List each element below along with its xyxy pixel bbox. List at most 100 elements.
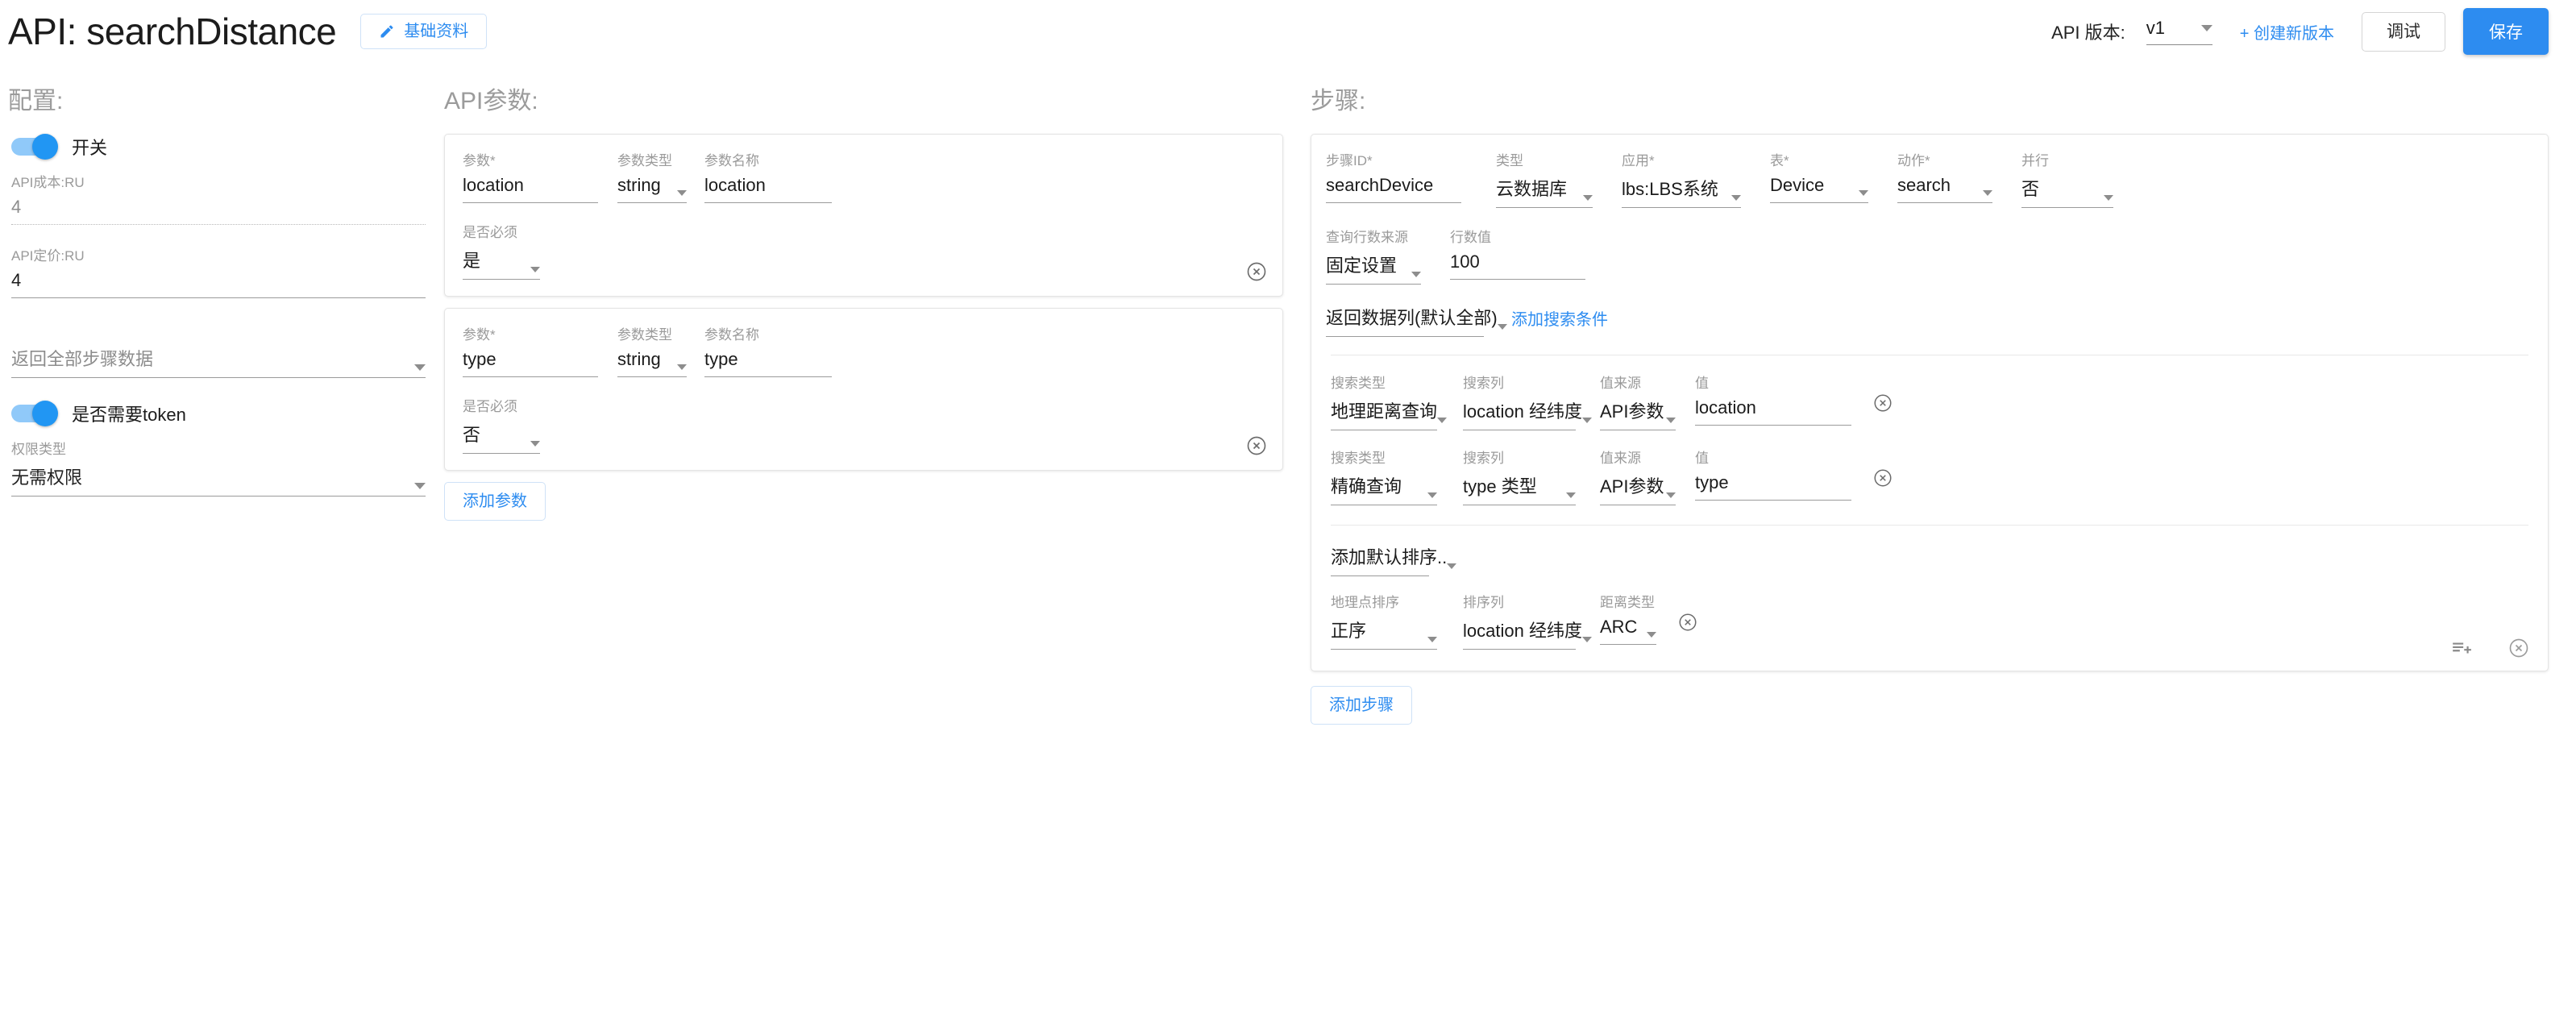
- add-search-condition-link[interactable]: 添加搜索条件: [1511, 306, 1608, 330]
- step-app-value: lbs:LBS系统: [1622, 179, 1718, 199]
- chevron-down-icon: [530, 441, 540, 447]
- step-table-label: 表*: [1770, 153, 1789, 168]
- chevron-down-icon: [1566, 492, 1576, 498]
- chevron-down-icon: [1983, 190, 1992, 196]
- chevron-down-icon: [1859, 190, 1868, 196]
- return-all-steps-field: 返回全部步骤数据: [11, 345, 426, 378]
- param-label: 参数*: [463, 327, 496, 343]
- return-all-steps-select[interactable]: 返回全部步骤数据: [11, 345, 426, 378]
- page-title: API: searchDistance: [8, 10, 337, 52]
- api-version-select[interactable]: v1: [2146, 18, 2212, 45]
- condition-column-select[interactable]: location 经纬度: [1463, 397, 1592, 430]
- return-columns-select[interactable]: 返回数据列(默认全部): [1326, 304, 1507, 337]
- permission-type-field: 权限类型 无需权限: [11, 438, 426, 497]
- chevron-down-icon: [1731, 195, 1741, 201]
- condition-value-source-select[interactable]: API参数: [1600, 472, 1676, 505]
- param-required-select[interactable]: 是: [463, 247, 540, 280]
- delete-param-button[interactable]: [1245, 434, 1268, 457]
- condition-column-field: 搜索列 location 经纬度: [1463, 372, 1592, 430]
- condition-column-select[interactable]: type 类型: [1463, 472, 1576, 505]
- step-rowcount-row: 查询行数来源 固定设置 行数值 100: [1326, 226, 2528, 285]
- search-condition-row: 搜索类型 地理距离查询 搜索列 location 经纬度 值来源 API参数 值…: [1326, 372, 2528, 430]
- condition-column-value: location 经纬度: [1463, 401, 1582, 422]
- step-app-field: 应用* lbs:LBS系统: [1622, 149, 1741, 208]
- param-display-name-input[interactable]: location: [704, 175, 832, 203]
- condition-type-field: 搜索类型 地理距离查询: [1331, 372, 1448, 430]
- condition-value-input[interactable]: type: [1695, 472, 1851, 501]
- param-type-value: string: [617, 175, 661, 195]
- param-required-select[interactable]: 否: [463, 421, 540, 454]
- chevron-down-icon: [1427, 492, 1437, 498]
- permission-type-select[interactable]: 无需权限: [11, 463, 426, 497]
- enable-toggle[interactable]: [11, 134, 58, 160]
- condition-type-field: 搜索类型 精确查询: [1331, 447, 1437, 505]
- condition-type-value: 地理距离查询: [1331, 401, 1438, 422]
- chevron-down-icon: [1437, 418, 1448, 423]
- distance-type-select[interactable]: ARC: [1600, 617, 1656, 645]
- step-action-select[interactable]: search: [1897, 175, 1992, 203]
- row-count-value-input[interactable]: 100: [1450, 251, 1585, 280]
- add-default-sort-select[interactable]: 添加默认排序..: [1331, 543, 1457, 576]
- steps-column: 步骤: 步骤ID* searchDevice 类型 云数据库 应用* lbs:L…: [1283, 63, 2576, 725]
- chevron-down-icon: [677, 364, 687, 370]
- sort-column-select[interactable]: location 经纬度: [1463, 617, 1592, 650]
- condition-value-input[interactable]: location: [1695, 397, 1851, 426]
- param-display-name-field: 参数名称 location: [704, 149, 832, 203]
- condition-type-value: 精确查询: [1331, 476, 1402, 497]
- return-columns-value: 返回数据列(默认全部): [1326, 308, 1498, 328]
- param-type-select[interactable]: string: [617, 175, 687, 203]
- param-type-label: 参数类型: [617, 327, 672, 343]
- step-action-field: 动作* search: [1897, 149, 1992, 203]
- condition-type-select[interactable]: 地理距离查询: [1331, 397, 1448, 430]
- step-app-select[interactable]: lbs:LBS系统: [1622, 175, 1741, 208]
- geo-sort-select[interactable]: 正序: [1331, 617, 1437, 650]
- delete-param-button[interactable]: [1245, 260, 1268, 283]
- condition-column-value: type 类型: [1463, 476, 1537, 497]
- row-count-source-label: 查询行数来源: [1326, 230, 1408, 245]
- step-id-input[interactable]: searchDevice: [1326, 175, 1461, 203]
- param-type-value: string: [617, 349, 661, 369]
- condition-value-source-select[interactable]: API参数: [1600, 397, 1676, 430]
- condition-value-source-field: 值来源 API参数: [1600, 372, 1676, 430]
- param-input[interactable]: type: [463, 349, 598, 377]
- step-type-select[interactable]: 云数据库: [1496, 175, 1593, 208]
- add-param-button[interactable]: 添加参数: [444, 482, 546, 521]
- step-id-field: 步骤ID* searchDevice: [1326, 149, 1461, 203]
- save-button[interactable]: 保存: [2463, 8, 2549, 55]
- param-name-field: 参数* location: [463, 149, 598, 203]
- create-version-link[interactable]: + 创建新版本: [2240, 20, 2334, 44]
- step-table-select[interactable]: Device: [1770, 175, 1868, 203]
- param-display-name-input[interactable]: type: [704, 349, 832, 377]
- param-name-field: 参数* type: [463, 323, 598, 377]
- basic-info-label: 基础资料: [404, 23, 469, 40]
- playlist-add-icon[interactable]: [2451, 638, 2472, 659]
- api-price-label: API定价:RU: [11, 248, 85, 264]
- delete-sort-button[interactable]: [1677, 612, 1698, 633]
- token-toggle-label: 是否需要token: [72, 405, 186, 425]
- param-card: 参数* type 参数类型 string 参数名称 type 是否必须 否: [444, 308, 1283, 471]
- basic-info-button[interactable]: 基础资料: [360, 14, 488, 49]
- delete-condition-button[interactable]: [1872, 467, 1893, 488]
- row-count-source-field: 查询行数来源 固定设置: [1326, 226, 1421, 285]
- api-price-input[interactable]: 4: [11, 270, 426, 298]
- add-step-button[interactable]: 添加步骤: [1311, 686, 1412, 725]
- token-toggle[interactable]: [11, 401, 58, 426]
- chevron-down-icon: [1583, 195, 1593, 201]
- row-count-source-select[interactable]: 固定设置: [1326, 251, 1421, 285]
- param-type-select[interactable]: string: [617, 349, 687, 377]
- api-price-field: API定价:RU 4: [11, 244, 426, 298]
- api-params-section-title: API参数:: [444, 88, 538, 114]
- delete-step-button[interactable]: [2507, 637, 2530, 659]
- debug-button[interactable]: 调试: [2362, 11, 2445, 52]
- step-parallel-label: 并行: [2021, 153, 2049, 168]
- condition-type-select[interactable]: 精确查询: [1331, 472, 1437, 505]
- param-type-field: 参数类型 string: [617, 323, 687, 377]
- step-parallel-select[interactable]: 否: [2021, 175, 2113, 208]
- main-content: 配置: 开关 API成本:RU 4 API定价:RU 4 返回全部步骤数据 是否…: [0, 63, 2576, 725]
- param-input[interactable]: location: [463, 175, 598, 203]
- divider: [1331, 525, 2528, 526]
- search-condition-row: 搜索类型 精确查询 搜索列 type 类型 值来源 API参数 值 type: [1326, 447, 2528, 505]
- delete-condition-button[interactable]: [1872, 393, 1893, 413]
- chevron-down-icon: [1427, 637, 1437, 642]
- permission-type-value: 无需权限: [11, 467, 83, 488]
